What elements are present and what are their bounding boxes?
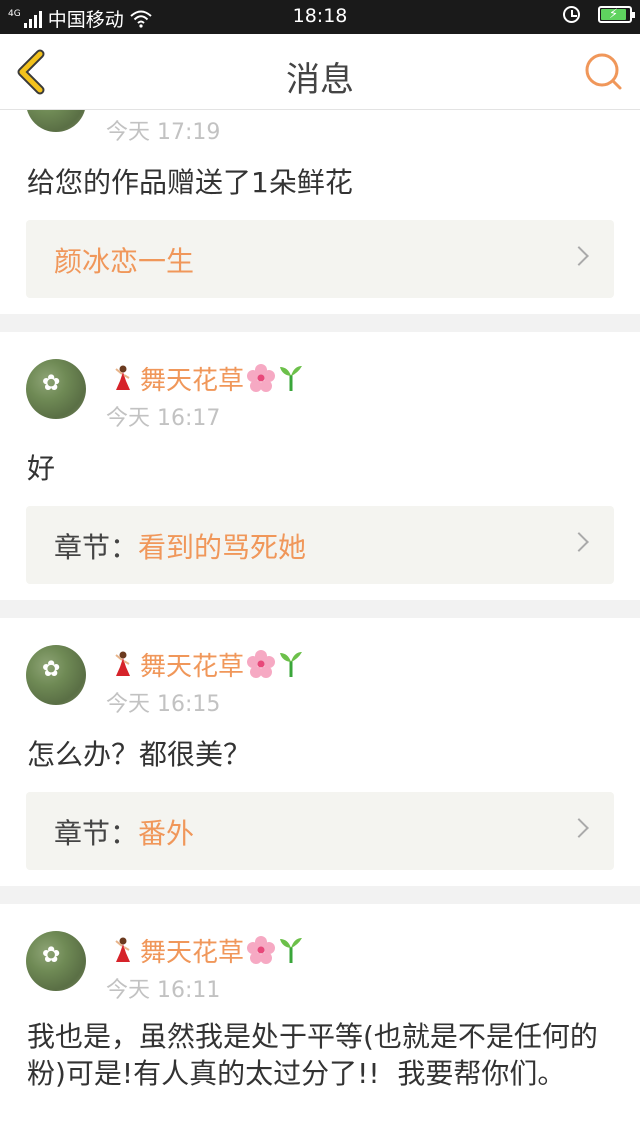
page-title: 消息 xyxy=(286,60,354,100)
search-button[interactable] xyxy=(582,50,626,94)
message-card: ✿ 今天 17:19 给您的作品赠送了1朵鲜花 颜冰恋一生 xyxy=(0,110,640,314)
message-time: 今天 16:11 xyxy=(106,978,221,1003)
chapter-link[interactable]: 章节：看到的骂死她 xyxy=(26,506,614,584)
message-card: ✿ 舞天花草 今天 16:11 我也是，虽然我是处于平等(也就是不是任何的粉)可… xyxy=(0,904,640,1138)
chapter-title: 看到的骂死她 xyxy=(138,531,307,564)
user-name[interactable]: 舞天花草 xyxy=(140,360,244,397)
message-card: ✿ 舞天花草 今天 16:15 怎么办？都很美？ 章节：番外 xyxy=(0,618,640,886)
chevron-right-icon xyxy=(569,532,589,552)
avatar[interactable]: ✿ xyxy=(26,931,86,991)
chevron-right-icon xyxy=(569,818,589,838)
user-line: 舞天花草 xyxy=(108,646,306,682)
status-time: 18:18 xyxy=(292,5,348,27)
seedling-icon xyxy=(280,366,303,391)
message-time: 今天 16:17 xyxy=(106,406,221,431)
back-button[interactable] xyxy=(8,46,60,98)
cherry-blossom-icon xyxy=(247,650,276,678)
status-right: ⚡ xyxy=(563,6,635,23)
work-title: 颜冰恋一生 xyxy=(54,245,195,278)
cherry-blossom-icon xyxy=(247,936,276,964)
chapter-title: 番外 xyxy=(138,817,195,850)
message-list[interactable]: ✿ 今天 17:19 给您的作品赠送了1朵鲜花 颜冰恋一生 ✿ 舞天花草 xyxy=(0,110,640,1138)
nav-bar: 消息 xyxy=(0,34,640,110)
chevron-left-icon xyxy=(17,49,45,95)
seedling-icon xyxy=(280,652,303,677)
message-time: 今天 16:15 xyxy=(106,692,221,717)
message-text: 怎么办？都很美？ xyxy=(27,738,252,771)
avatar[interactable]: ✿ xyxy=(26,110,86,132)
avatar[interactable]: ✿ xyxy=(26,359,86,419)
dancer-icon xyxy=(115,365,130,390)
alarm-icon xyxy=(563,6,580,23)
work-link[interactable]: 颜冰恋一生 xyxy=(26,220,614,298)
dancer-icon xyxy=(115,651,130,676)
link-label: 章节：看到的骂死她 xyxy=(54,531,307,564)
seedling-icon xyxy=(280,938,303,963)
link-label: 章节：番外 xyxy=(54,817,195,850)
chapter-link[interactable]: 章节：番外 xyxy=(26,792,614,870)
message-text: 好 xyxy=(27,452,56,485)
user-name[interactable]: 舞天花草 xyxy=(140,932,244,969)
message-card: ✿ 舞天花草 今天 16:17 好 章节：看到的骂死她 xyxy=(0,332,640,600)
user-line: 舞天花草 xyxy=(108,360,306,396)
dancer-icon xyxy=(115,937,130,962)
chevron-right-icon xyxy=(569,246,589,266)
cherry-blossom-icon xyxy=(247,364,276,392)
battery-icon: ⚡ xyxy=(598,6,635,23)
message-time: 今天 17:19 xyxy=(106,120,221,145)
user-name[interactable]: 舞天花草 xyxy=(140,646,244,683)
message-text: 我也是，虽然我是处于平等(也就是不是任何的粉)可是!有人真的太过分了!! 我要帮… xyxy=(27,1020,598,1090)
link-label: 颜冰恋一生 xyxy=(54,240,194,280)
user-line: 舞天花草 xyxy=(108,932,306,968)
message-text: 给您的作品赠送了1朵鲜花 xyxy=(27,166,353,199)
search-icon xyxy=(585,53,622,90)
avatar[interactable]: ✿ xyxy=(26,645,86,705)
status-bar: 4G 中国移动 18:18 ⚡ xyxy=(0,0,640,34)
